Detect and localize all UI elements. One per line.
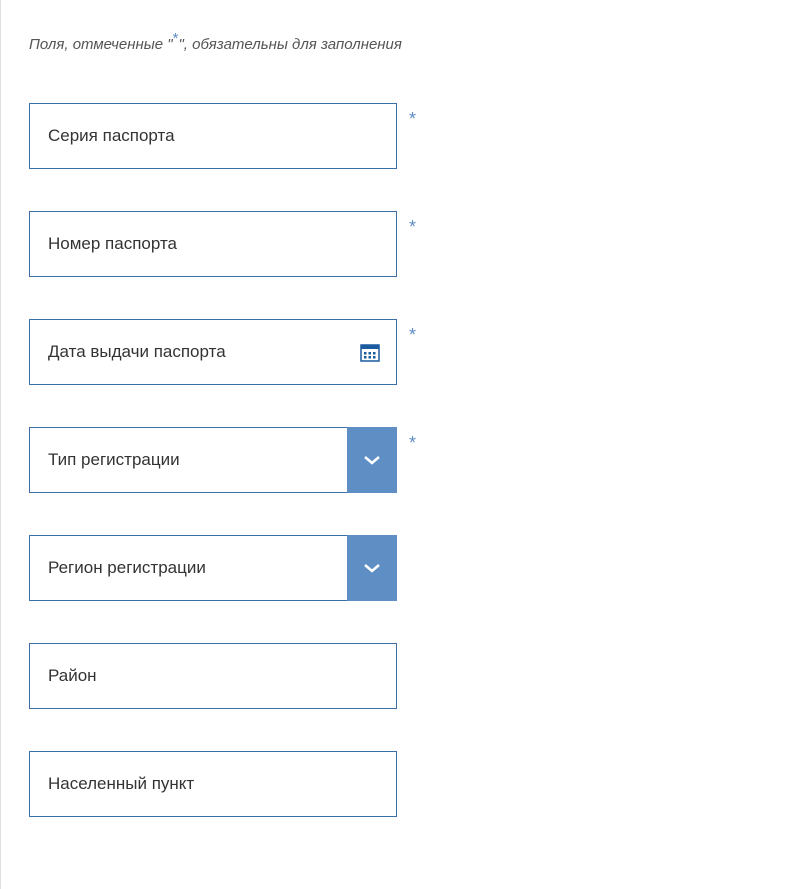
dropdown-arrow-button[interactable]	[347, 427, 397, 493]
field-row-registration-region: Регион регистрации	[29, 535, 792, 601]
required-note: Поля, отмеченные "*", обязательны для за…	[29, 30, 792, 53]
locality-label: Населенный пункт	[48, 774, 194, 794]
note-suffix: ", обязательны для заполнения	[178, 36, 401, 53]
required-star-icon: *	[409, 109, 416, 130]
passport-series-label: Серия паспорта	[48, 126, 175, 146]
passport-number-input[interactable]: Номер паспорта	[29, 211, 397, 277]
passport-number-label: Номер паспорта	[48, 234, 177, 254]
field-row-locality: Населенный пункт	[29, 751, 792, 817]
dropdown-arrow-button[interactable]	[347, 535, 397, 601]
form-container: Поля, отмеченные " * ", обязательны для за…	[0, 0, 792, 889]
field-row-registration-type: Тип регистрации *	[29, 427, 792, 493]
registration-type-text: Тип регистрации	[29, 427, 347, 493]
district-label: Район	[48, 666, 97, 686]
required-star-icon: *	[409, 217, 416, 238]
required-star-icon: *	[409, 325, 416, 346]
passport-date-input[interactable]: Дата выдачи паспорта	[29, 319, 397, 385]
chevron-down-icon	[363, 455, 381, 465]
passport-series-input[interactable]: Серия паспорта	[29, 103, 397, 169]
required-star-icon: *	[409, 433, 416, 454]
field-row-district: Район	[29, 643, 792, 709]
field-row-passport-date: Дата выдачи паспорта *	[29, 319, 792, 385]
field-row-passport-series: Серия паспорта *	[29, 103, 792, 169]
registration-region-label: Регион регистрации	[48, 558, 206, 578]
passport-date-label: Дата выдачи паспорта	[48, 342, 226, 362]
registration-region-select[interactable]: Регион регистрации	[29, 535, 397, 601]
calendar-icon[interactable]	[360, 342, 380, 362]
registration-type-label: Тип регистрации	[48, 450, 180, 470]
note-prefix: Поля, отмеченные "	[29, 36, 173, 53]
registration-region-text: Регион регистрации	[29, 535, 347, 601]
district-input[interactable]: Район	[29, 643, 397, 709]
locality-input[interactable]: Населенный пункт	[29, 751, 397, 817]
registration-type-select[interactable]: Тип регистрации	[29, 427, 397, 493]
field-row-passport-number: Номер паспорта *	[29, 211, 792, 277]
chevron-down-icon	[363, 563, 381, 573]
